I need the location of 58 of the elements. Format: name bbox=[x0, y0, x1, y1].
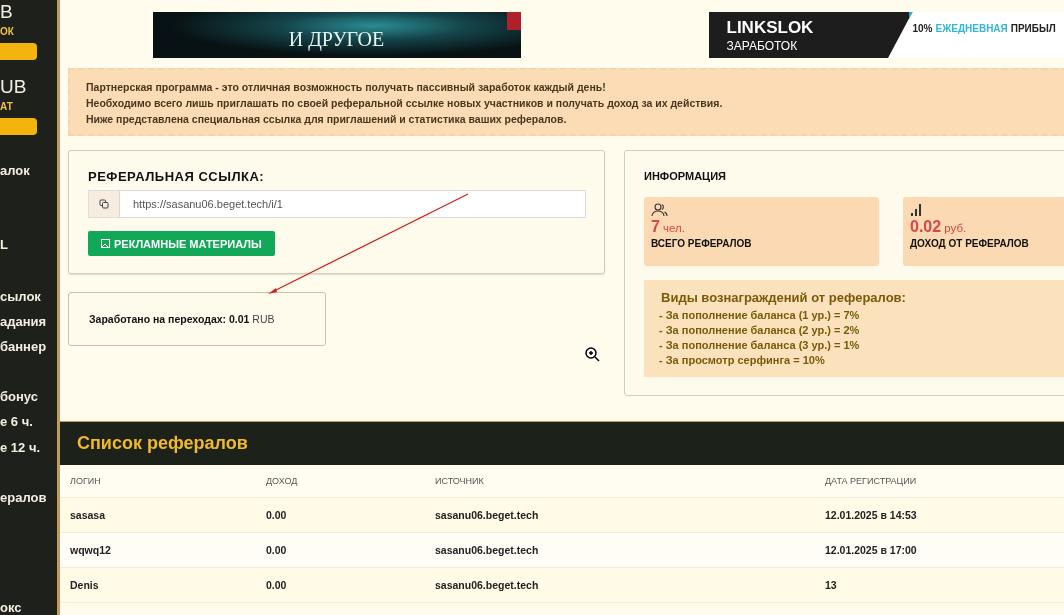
banner-slogan: 10% bbox=[912, 23, 933, 36]
sidebar-item[interactable]: L bbox=[0, 237, 57, 253]
table-cell-text: sasasa bbox=[69, 509, 107, 521]
sidebar-item[interactable]: сылок bbox=[0, 289, 57, 305]
section-title: ИНФОРМАЦИЯ bbox=[644, 170, 727, 182]
sidebar-item[interactable]: алок bbox=[0, 163, 57, 179]
sidebar-heading: B bbox=[0, 2, 14, 22]
sidebar-item[interactable]: е 6 ч. bbox=[0, 414, 57, 430]
zoom-cursor-icon bbox=[585, 347, 600, 362]
sidebar-item[interactable]: окс bbox=[0, 600, 57, 615]
table-cell-text: sasanu06.beget.tech bbox=[434, 509, 540, 521]
reward-item: - За пополнение баланса (1 ур.) = 7% bbox=[659, 308, 861, 323]
column-header: ИСТОЧНИК bbox=[434, 476, 485, 486]
table-cell-text: Denis bbox=[69, 579, 100, 591]
table-cell-text: sasanu06.beget.tech bbox=[434, 544, 540, 556]
rewards-title: Виды вознаграждений от рефералов: bbox=[661, 290, 907, 306]
section-title: Список рефералов bbox=[77, 433, 248, 454]
notice-text: Ниже представлена специальная ссылка для приглашений и статистика ваших рефералов. bbox=[86, 112, 568, 127]
column-header: ДОХОД bbox=[265, 476, 299, 486]
signal-bars-icon bbox=[910, 203, 922, 217]
sidebar-heading: UB bbox=[0, 77, 28, 97]
column-header: ЛОГИН bbox=[69, 476, 102, 486]
stat-label: ДОХОД ОТ РЕФЕРАЛОВ bbox=[910, 238, 1030, 249]
image-icon bbox=[101, 239, 110, 248]
copy-icon bbox=[99, 199, 109, 209]
table-cell-text: 0.00 bbox=[265, 509, 288, 521]
table-cell-text: sasanu06.beget.tech bbox=[434, 579, 540, 591]
sidebar-item[interactable]: е 12 ч. bbox=[0, 440, 57, 456]
banner-subtitle: ЗАРАБОТОК bbox=[726, 38, 799, 54]
stat-value: 0.02 руб. bbox=[910, 219, 968, 236]
sidebar-item[interactable]: бонус bbox=[0, 389, 57, 405]
banner-text: И ДРУГОЕ bbox=[288, 27, 385, 51]
users-icon bbox=[651, 203, 668, 217]
earned-text: Заработано на переходах: 0.01 RUB bbox=[89, 313, 276, 325]
reward-item: - За пополнение баланса (2 ур.) = 2% bbox=[659, 323, 861, 338]
notice-text: Необходимо всего лишь приглашать по своей реферальной ссылке новых участников и получать доход за их действия. bbox=[86, 96, 724, 111]
stat-label: ВСЕГО РЕФЕРАЛОВ bbox=[651, 238, 753, 249]
sidebar-item[interactable]: адания bbox=[0, 314, 57, 330]
reward-item: - За пополнение баланса (3 ур.) = 1% bbox=[659, 338, 861, 353]
notice-text: Партнерская программа - это отличная возможность получать пассивный заработок каждый день! bbox=[86, 80, 607, 95]
banner-slogan: ЕЖЕДНЕВНАЯ bbox=[935, 23, 1008, 36]
banner-slogan: ПРИБЫЛ bbox=[1010, 23, 1056, 36]
table-cell-text: wqwq12 bbox=[69, 544, 112, 556]
table-cell-text: 13 bbox=[824, 579, 838, 591]
banner-title: LINKSLOK bbox=[726, 18, 815, 38]
table-cell-text: 12.01.2025 в 17:00 bbox=[824, 544, 918, 556]
column-header: ДАТА РЕГИСТРАЦИИ bbox=[824, 476, 918, 486]
sidebar-item[interactable]: баннер bbox=[0, 339, 57, 355]
stat-value: 7 чел. bbox=[651, 219, 686, 236]
sidebar-caption: АТ bbox=[0, 101, 14, 113]
sidebar-caption: ОК bbox=[0, 26, 15, 38]
table-cell-text: 12.01.2025 в 14:53 bbox=[824, 509, 918, 521]
table-cell-text: 0.00 bbox=[265, 579, 288, 591]
section-title: РЕФЕРАЛЬНАЯ ССЫЛКА: bbox=[88, 169, 266, 184]
copy-button[interactable] bbox=[89, 191, 120, 217]
table-cell-text: 0.00 bbox=[265, 544, 288, 556]
sidebar-item[interactable]: ералов bbox=[0, 490, 57, 506]
reward-item: - За просмотр серфинга = 10% bbox=[659, 353, 826, 368]
